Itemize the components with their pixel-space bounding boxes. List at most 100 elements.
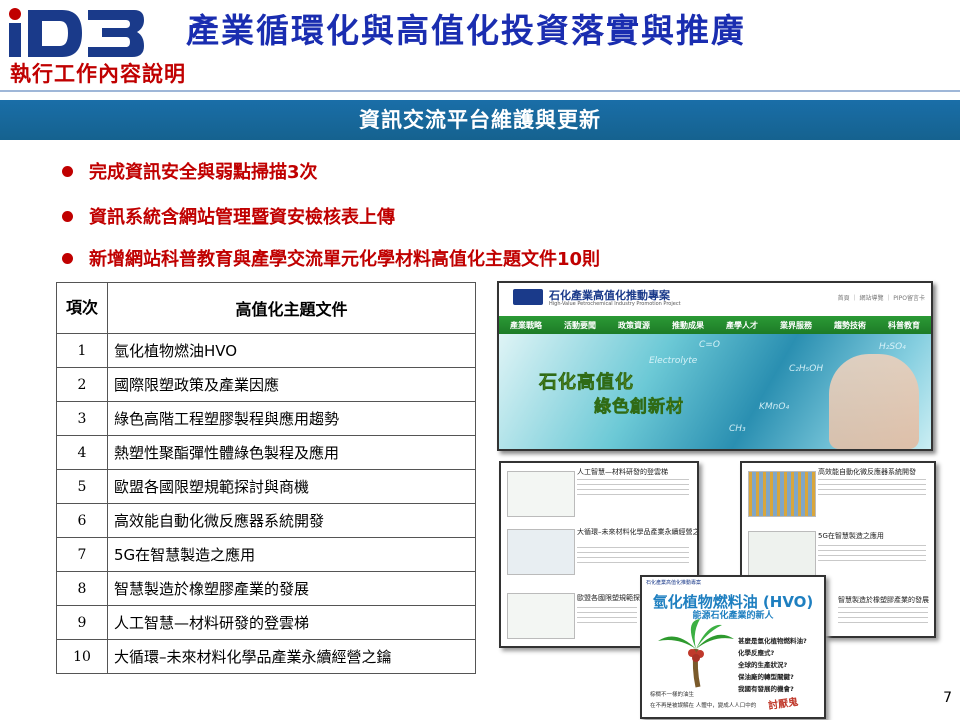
page-title: 產業循環化與高值化投資落實與推廣 bbox=[186, 11, 746, 50]
site-nav-item[interactable]: 科普教育 bbox=[888, 320, 920, 331]
bullet-item: 完成資訊安全與弱點掃描3次 bbox=[62, 158, 318, 184]
hero-formula: CH₃ bbox=[729, 424, 746, 434]
infographic-tag: 討厭鬼 bbox=[767, 696, 799, 713]
section-banner: 資訊交流平台維護與更新 bbox=[0, 100, 960, 140]
infographic-header: 石化產業高值化推動專案 bbox=[646, 580, 702, 586]
bullet-item: 資訊系統含網站管理暨資安檢核表上傳 bbox=[62, 203, 395, 229]
article-title[interactable]: 智慧製造於橡塑膠產業的發展 bbox=[838, 595, 929, 605]
article-thumbnail bbox=[507, 471, 575, 517]
table-row: 3 綠色高階工程塑膠製程與應用趨勢 bbox=[56, 401, 476, 436]
table-row: 9 人工智慧—材料研發的登雲梯 bbox=[56, 605, 476, 640]
site-top-links[interactable]: 首頁 ｜ 網站導覽 ｜ PIPO留言卡 bbox=[838, 293, 925, 302]
site-nav-item[interactable]: 活動要聞 bbox=[564, 320, 596, 331]
row-index: 7 bbox=[56, 537, 108, 572]
table-row: 7 5G在智慧製造之應用 bbox=[56, 537, 476, 572]
row-title: 大循環–未來材料化學品產業永續經營之鑰 bbox=[107, 639, 476, 674]
table-row: 4 熱塑性聚酯彈性體綠色製程及應用 bbox=[56, 435, 476, 470]
bullet-text: 資訊系統含網站管理暨資安檢核表上傳 bbox=[89, 207, 395, 228]
article-title[interactable]: 大循環–未來材料化學品產業永續經營之鑰 bbox=[577, 527, 697, 537]
site-nav-item[interactable]: 趨勢技術 bbox=[834, 320, 866, 331]
row-title: 氫化植物燃油HVO bbox=[107, 333, 476, 368]
article-excerpt bbox=[818, 543, 926, 565]
palm-tree-icon bbox=[658, 619, 734, 688]
row-index: 1 bbox=[56, 333, 108, 368]
hero-formula: KMnO₄ bbox=[759, 402, 790, 412]
hero-formula: C=O bbox=[699, 340, 720, 350]
row-title: 熱塑性聚酯彈性體綠色製程及應用 bbox=[107, 435, 476, 470]
row-index: 2 bbox=[56, 367, 108, 402]
infographic-caption: 在不再是被誤解在 人體中，變成人人口中的 bbox=[650, 703, 757, 709]
row-title: 國際限塑政策及產業因應 bbox=[107, 367, 476, 402]
site-hero-banner: C=O H₂SO₄ Electrolyte KMnO₄ CH₃ C₂H₅OH 石… bbox=[499, 334, 931, 449]
section-label: 執行工作內容說明 bbox=[10, 62, 186, 86]
bullet-dot-icon bbox=[62, 252, 73, 264]
site-nav: 產業戰略 活動要聞 政策資源 推動成果 產學人才 業界服務 趨勢技術 科普教育 bbox=[499, 316, 931, 334]
hero-formula: C₂H₅OH bbox=[789, 364, 824, 374]
site-nav-item[interactable]: 業界服務 bbox=[780, 320, 812, 331]
table-row: 10 大循環–未來材料化學品產業永續經營之鑰 bbox=[56, 639, 476, 674]
article-thumbnail bbox=[748, 531, 816, 577]
article-title[interactable]: 人工智慧—材料研發的登雲梯 bbox=[577, 467, 668, 477]
table-row: 2 國際限塑政策及產業因應 bbox=[56, 367, 476, 402]
row-index: 6 bbox=[56, 503, 108, 538]
bullet-text: 完成資訊安全與弱點掃描3次 bbox=[89, 162, 318, 183]
infographic-question: 全球的生產狀況? bbox=[738, 661, 788, 669]
row-index: 3 bbox=[56, 401, 108, 436]
infographic-question: 化學反應式? bbox=[738, 649, 775, 657]
page-number: 7 bbox=[943, 690, 952, 706]
infographic-question: 保油廠的轉型關鍵? bbox=[738, 673, 794, 681]
row-title: 智慧製造於橡塑膠產業的發展 bbox=[107, 571, 476, 606]
hero-line-2: 綠色創新材 bbox=[594, 397, 684, 418]
table-row: 5 歐盟各國限塑規範探討與商機 bbox=[56, 469, 476, 504]
hvo-infographic: 石化產業高值化推動專案 氫化植物燃料油 (HVO) 能源石化產業的新人 甚麼是氫… bbox=[640, 575, 826, 719]
bullet-dot-icon bbox=[62, 210, 73, 222]
table-row: 8 智慧製造於橡塑膠產業的發展 bbox=[56, 571, 476, 606]
site-logo-icon bbox=[513, 289, 543, 305]
row-index: 4 bbox=[56, 435, 108, 470]
row-index: 10 bbox=[56, 639, 108, 674]
row-title: 5G在智慧製造之應用 bbox=[107, 537, 476, 572]
table-row: 1 氫化植物燃油HVO bbox=[56, 333, 476, 368]
article-thumbnail bbox=[748, 471, 816, 517]
bullet-text: 新增網站科普教育與產學交流單元化學材料高值化主題文件10則 bbox=[89, 249, 601, 270]
hero-formula: H₂SO₄ bbox=[879, 342, 906, 352]
hero-line-1: 石化高值化 bbox=[539, 372, 634, 394]
site-header: 石化產業高值化推動專案 High-Value Petrochemical Ind… bbox=[499, 283, 931, 315]
bullet-dot-icon bbox=[62, 165, 73, 177]
article-excerpt bbox=[577, 605, 637, 627]
site-nav-item[interactable]: 政策資源 bbox=[618, 320, 650, 331]
row-index: 9 bbox=[56, 605, 108, 640]
header-divider bbox=[0, 90, 960, 92]
hand-image bbox=[829, 354, 919, 449]
site-nav-item[interactable]: 產業戰略 bbox=[510, 320, 542, 331]
column-header-index: 項次 bbox=[56, 282, 108, 334]
table-row: 6 高效能自動化微反應器系統開發 bbox=[56, 503, 476, 538]
article-excerpt bbox=[577, 477, 689, 499]
table-header-row: 項次 高值化主題文件 bbox=[56, 282, 476, 334]
site-nav-item[interactable]: 推動成果 bbox=[672, 320, 704, 331]
article-excerpt bbox=[838, 605, 928, 627]
infographic-caption: 棕櫚不一樣的油生 bbox=[650, 692, 695, 698]
id3-logo bbox=[6, 6, 146, 60]
website-screenshot: 石化產業高值化推動專案 High-Value Petrochemical Ind… bbox=[497, 281, 933, 451]
banner-title: 資訊交流平台維護與更新 bbox=[359, 108, 601, 132]
infographic-question: 我國有發展的機會? bbox=[738, 685, 794, 693]
topic-documents-table: 項次 高值化主題文件 1 氫化植物燃油HVO 2 國際限塑政策及產業因應 3 綠色高階… bbox=[56, 282, 476, 674]
site-subtitle: High-Value Petrochemical Industry Promot… bbox=[549, 301, 681, 307]
row-index: 8 bbox=[56, 571, 108, 606]
bullet-item: 新增網站科普教育與產學交流單元化學材料高值化主題文件10則 bbox=[62, 245, 600, 271]
row-title: 高效能自動化微反應器系統開發 bbox=[107, 503, 476, 538]
article-excerpt bbox=[818, 477, 926, 499]
article-title[interactable]: 5G在智慧製造之應用 bbox=[818, 531, 884, 541]
row-index: 5 bbox=[56, 469, 108, 504]
article-title[interactable]: 高效能自動化微反應器系統開發 bbox=[818, 467, 916, 477]
hero-formula: Electrolyte bbox=[649, 356, 698, 366]
site-nav-item[interactable]: 產學人才 bbox=[726, 320, 758, 331]
row-title: 歐盟各國限塑規範探討與商機 bbox=[107, 469, 476, 504]
infographic-question: 甚麼是氫化植物燃料油? bbox=[738, 637, 807, 645]
article-thumbnail bbox=[507, 529, 575, 575]
column-header-title: 高值化主題文件 bbox=[107, 282, 476, 334]
row-title: 人工智慧—材料研發的登雲梯 bbox=[107, 605, 476, 640]
row-title: 綠色高階工程塑膠製程與應用趨勢 bbox=[107, 401, 476, 436]
article-excerpt bbox=[577, 545, 689, 567]
